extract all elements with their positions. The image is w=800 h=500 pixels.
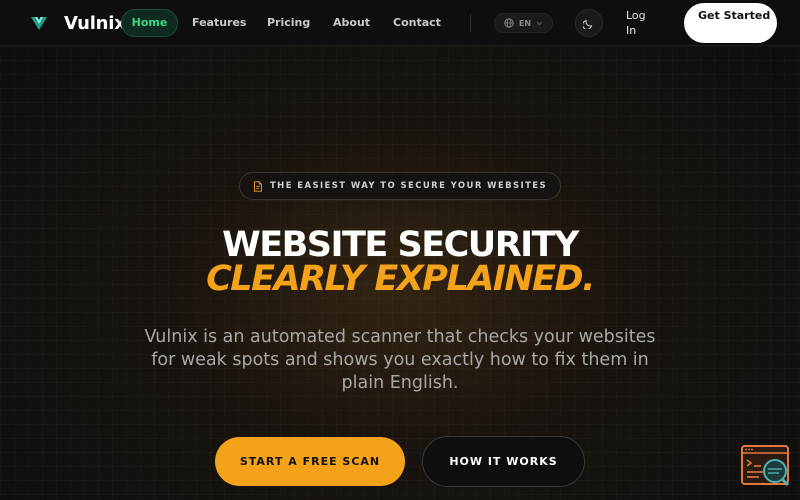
hero-title-accent: CLEARLY EXPLAINED. bbox=[206, 259, 595, 299]
how-it-works-button[interactable]: HOW IT WORKS bbox=[422, 436, 585, 487]
login-link[interactable]: Log In bbox=[626, 8, 658, 38]
nav-link-features[interactable]: Features bbox=[192, 9, 246, 37]
brand-name: Vulnix bbox=[64, 12, 126, 34]
theme-toggle-button[interactable] bbox=[575, 9, 603, 37]
get-started-button[interactable]: Get Started bbox=[684, 3, 777, 43]
tagline-text: THE EASIEST WAY TO SECURE YOUR WEBSITES bbox=[269, 181, 548, 191]
nav-link-contact[interactable]: Contact bbox=[393, 9, 441, 37]
document-icon bbox=[254, 180, 262, 192]
moon-icon bbox=[583, 19, 593, 29]
chat-widget-icon bbox=[741, 445, 790, 487]
nav-link-home[interactable]: Home bbox=[121, 9, 178, 37]
start-free-scan-button[interactable]: START A FREE SCAN bbox=[215, 437, 405, 486]
nav-divider bbox=[470, 14, 471, 32]
chevron-down-icon bbox=[536, 21, 543, 25]
nav-link-pricing[interactable]: Pricing bbox=[267, 9, 310, 37]
tagline-badge: THE EASIEST WAY TO SECURE YOUR WEBSITES bbox=[239, 172, 561, 200]
language-selector[interactable]: EN bbox=[494, 13, 553, 33]
brand-logo[interactable]: Vulnix bbox=[30, 10, 126, 36]
hero-subtitle: Vulnix is an automated scanner that chec… bbox=[144, 327, 656, 393]
nav-link-about[interactable]: About bbox=[333, 9, 370, 37]
globe-icon bbox=[504, 18, 514, 28]
top-navigation: Vulnix Home Features Pricing About Conta… bbox=[0, 0, 800, 46]
language-code: EN bbox=[518, 18, 532, 28]
chat-widget-button[interactable] bbox=[741, 445, 791, 487]
vulnix-logo-icon bbox=[31, 17, 47, 30]
